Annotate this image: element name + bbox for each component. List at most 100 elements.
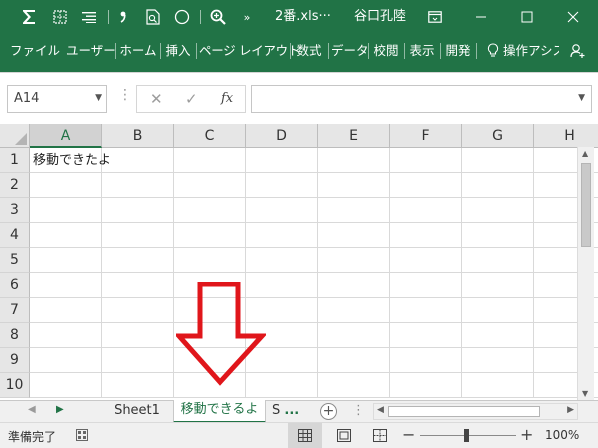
cell-b8[interactable] <box>102 323 174 348</box>
column-header-a[interactable]: A <box>30 124 102 148</box>
cell-g7[interactable] <box>462 298 534 323</box>
formula-input[interactable]: ▼ <box>251 85 592 113</box>
row-header-2[interactable]: 2 <box>0 173 30 198</box>
select-all-button[interactable] <box>0 124 30 148</box>
cell-e10[interactable] <box>318 373 390 398</box>
cell-a7[interactable] <box>30 298 102 323</box>
sheet-tab-active[interactable]: 移動できるよ <box>173 400 266 423</box>
cell-e2[interactable] <box>318 173 390 198</box>
cell-b10[interactable] <box>102 373 174 398</box>
cell-f10[interactable] <box>390 373 462 398</box>
cell-f4[interactable] <box>390 223 462 248</box>
cell-e9[interactable] <box>318 348 390 373</box>
scroll-right-icon[interactable]: ▶ <box>567 405 574 415</box>
next-sheet-icon[interactable]: ▶ <box>56 404 64 415</box>
sheet-tab-sheet1[interactable]: Sheet1 <box>102 401 172 422</box>
scroll-up-icon[interactable]: ▲ <box>582 149 588 158</box>
tab-file[interactable]: ファイル <box>10 34 60 68</box>
horizontal-scrollbar[interactable]: ◀ ▶ <box>373 403 578 420</box>
cell-b3[interactable] <box>102 198 174 223</box>
cell-f3[interactable] <box>390 198 462 223</box>
normal-view-button[interactable] <box>288 423 322 448</box>
sheet-tab-s[interactable]: S ... <box>272 401 306 422</box>
cell-a1[interactable]: 移動できたよ <box>30 148 111 173</box>
cell-d4[interactable] <box>246 223 318 248</box>
cell-c1[interactable] <box>174 148 246 173</box>
tell-me-search[interactable]: 操作アシス <box>503 34 559 68</box>
shape-circle-icon[interactable] <box>171 0 193 34</box>
zoom-level[interactable]: 100% <box>545 428 579 442</box>
horizontal-scroll-thumb[interactable] <box>388 406 540 417</box>
table-grid-icon[interactable] <box>49 0 71 34</box>
tab-view[interactable]: 表示 <box>407 34 437 68</box>
cell-c2[interactable] <box>174 173 246 198</box>
align-icon[interactable] <box>78 0 100 34</box>
cell-e1[interactable] <box>318 148 390 173</box>
cell-e7[interactable] <box>318 298 390 323</box>
row-header-10[interactable]: 10 <box>0 373 30 398</box>
cell-f6[interactable] <box>390 273 462 298</box>
cell-a4[interactable] <box>30 223 102 248</box>
tab-split-handle[interactable]: ⋮ <box>352 403 365 418</box>
cell-f2[interactable] <box>390 173 462 198</box>
column-header-g[interactable]: G <box>462 124 534 148</box>
cell-g2[interactable] <box>462 173 534 198</box>
cell-e6[interactable] <box>318 273 390 298</box>
cell-d1[interactable] <box>246 148 318 173</box>
cell-f1[interactable] <box>390 148 462 173</box>
print-preview-icon[interactable] <box>142 0 164 34</box>
cell-a5[interactable] <box>30 248 102 273</box>
scroll-down-icon[interactable]: ▼ <box>582 389 588 398</box>
cell-a3[interactable] <box>30 198 102 223</box>
scroll-left-icon[interactable]: ◀ <box>377 405 384 415</box>
zoom-out-button[interactable]: − <box>402 425 415 444</box>
row-header-5[interactable]: 5 <box>0 248 30 273</box>
column-header-e[interactable]: E <box>318 124 390 148</box>
cell-g6[interactable] <box>462 273 534 298</box>
worksheet-grid[interactable]: ABCDEFGH 1 2 3 4 5 6 7 8 9 10 移動できたよ <box>0 124 598 400</box>
cell-c4[interactable] <box>174 223 246 248</box>
cell-b7[interactable] <box>102 298 174 323</box>
tab-developer[interactable]: 開発 <box>443 34 473 68</box>
more-icon[interactable]: » <box>238 0 256 34</box>
cell-e4[interactable] <box>318 223 390 248</box>
more-sheets-icon[interactable]: ... <box>284 403 299 418</box>
row-header-7[interactable]: 7 <box>0 298 30 323</box>
cell-f5[interactable] <box>390 248 462 273</box>
vertical-scroll-thumb[interactable] <box>581 163 591 247</box>
tab-review[interactable]: 校閲 <box>371 34 401 68</box>
page-layout-view-icon[interactable] <box>337 429 351 442</box>
cell-b4[interactable] <box>102 223 174 248</box>
comma-style-icon[interactable] <box>115 0 131 34</box>
maximize-icon[interactable] <box>516 0 538 34</box>
minimize-icon[interactable] <box>470 0 492 34</box>
chevron-down-icon[interactable]: ▼ <box>95 93 102 103</box>
cell-e5[interactable] <box>318 248 390 273</box>
insert-function-icon[interactable]: fx <box>221 91 233 106</box>
cell-e3[interactable] <box>318 198 390 223</box>
cell-b5[interactable] <box>102 248 174 273</box>
cell-a6[interactable] <box>30 273 102 298</box>
share-person-icon[interactable] <box>566 34 590 68</box>
zoom-slider-thumb[interactable] <box>464 429 469 442</box>
enter-icon[interactable]: ✓ <box>185 90 198 108</box>
row-header-4[interactable]: 4 <box>0 223 30 248</box>
cell-c5[interactable] <box>174 248 246 273</box>
vertical-scrollbar[interactable]: ▲ ▼ <box>577 147 594 400</box>
column-header-b[interactable]: B <box>102 124 174 148</box>
name-box[interactable]: A14 ▼ <box>7 85 107 113</box>
row-header-6[interactable]: 6 <box>0 273 30 298</box>
autosum-icon[interactable] <box>18 0 40 34</box>
cell-a10[interactable] <box>30 373 102 398</box>
cell-d5[interactable] <box>246 248 318 273</box>
cell-a8[interactable] <box>30 323 102 348</box>
column-header-d[interactable]: D <box>246 124 318 148</box>
row-header-8[interactable]: 8 <box>0 323 30 348</box>
row-header-1[interactable]: 1 <box>0 148 30 173</box>
cell-g8[interactable] <box>462 323 534 348</box>
cell-c3[interactable] <box>174 198 246 223</box>
cancel-icon[interactable]: ✕ <box>150 90 163 108</box>
macro-record-icon[interactable] <box>76 429 88 441</box>
column-header-c[interactable]: C <box>174 124 246 148</box>
add-sheet-button[interactable]: + <box>320 403 337 420</box>
